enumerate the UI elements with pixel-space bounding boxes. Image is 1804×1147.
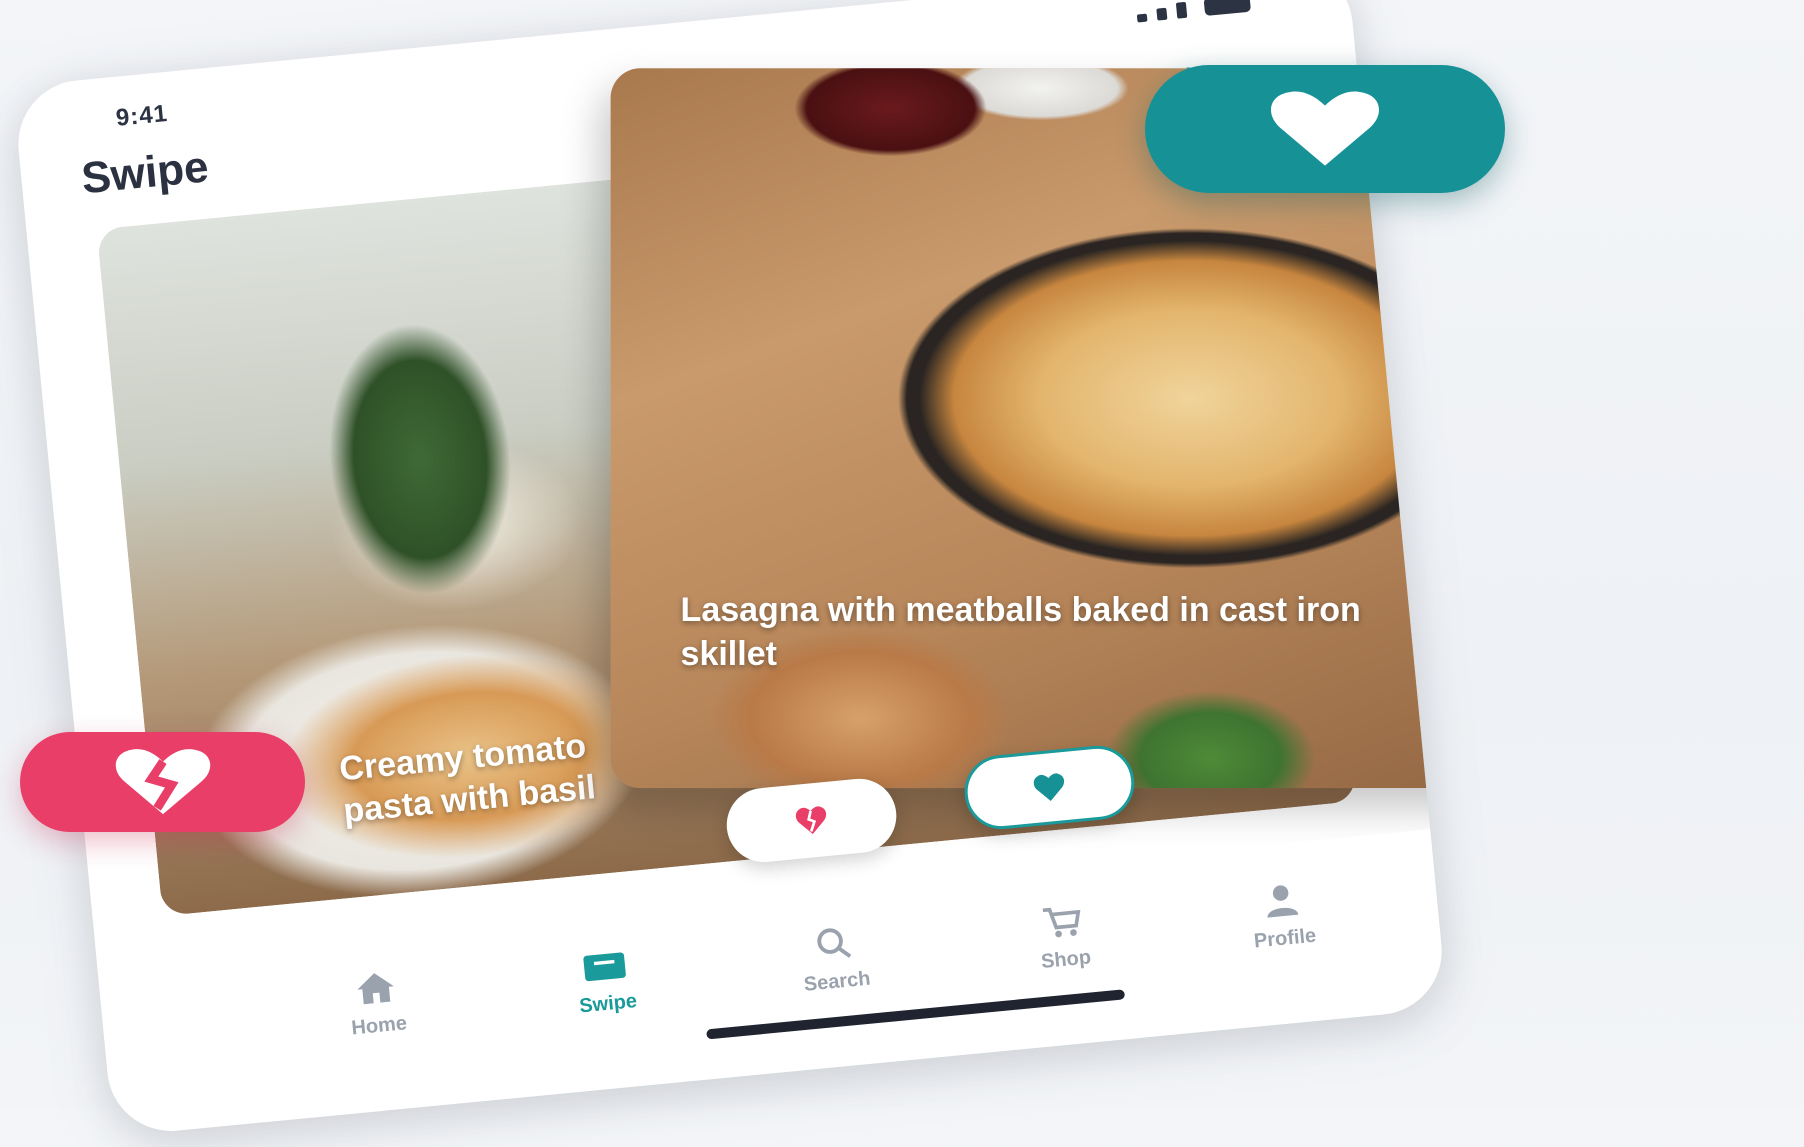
- tab-label: Home: [350, 1012, 408, 1040]
- cards-icon: [583, 952, 626, 982]
- status-time: 9:41: [114, 99, 170, 132]
- broken-heart-icon: [795, 806, 827, 835]
- tab-profile[interactable]: Profile: [1205, 877, 1363, 981]
- tab-label: Profile: [1253, 924, 1318, 953]
- recipe-card-title: Lasagna with meatballs baked in cast iro…: [680, 591, 1361, 674]
- status-icons: [1136, 0, 1252, 23]
- tab-swipe[interactable]: Swipe: [528, 942, 686, 1046]
- signal-bar: [1156, 7, 1168, 21]
- home-icon: [357, 973, 394, 1005]
- tab-label: Swipe: [578, 990, 638, 1018]
- heart-icon: [1270, 91, 1380, 166]
- dislike-button-large[interactable]: [20, 732, 305, 832]
- signal-icon: [1136, 13, 1148, 23]
- broken-heart-icon: [115, 749, 210, 815]
- page-title: Swipe: [79, 142, 211, 204]
- signal-bar: [1175, 1, 1188, 19]
- tab-label: Search: [802, 967, 872, 996]
- tab-label: Shop: [1040, 946, 1092, 974]
- cart-icon: [1042, 907, 1081, 938]
- tab-search[interactable]: Search: [757, 920, 915, 1024]
- like-button-large[interactable]: [1145, 65, 1505, 193]
- tab-home[interactable]: Home: [299, 964, 457, 1068]
- battery-icon: [1203, 0, 1252, 17]
- person-icon: [1267, 885, 1299, 918]
- heart-icon: [1033, 773, 1065, 802]
- search-icon: [817, 928, 852, 958]
- tab-shop[interactable]: Shop: [986, 898, 1144, 1002]
